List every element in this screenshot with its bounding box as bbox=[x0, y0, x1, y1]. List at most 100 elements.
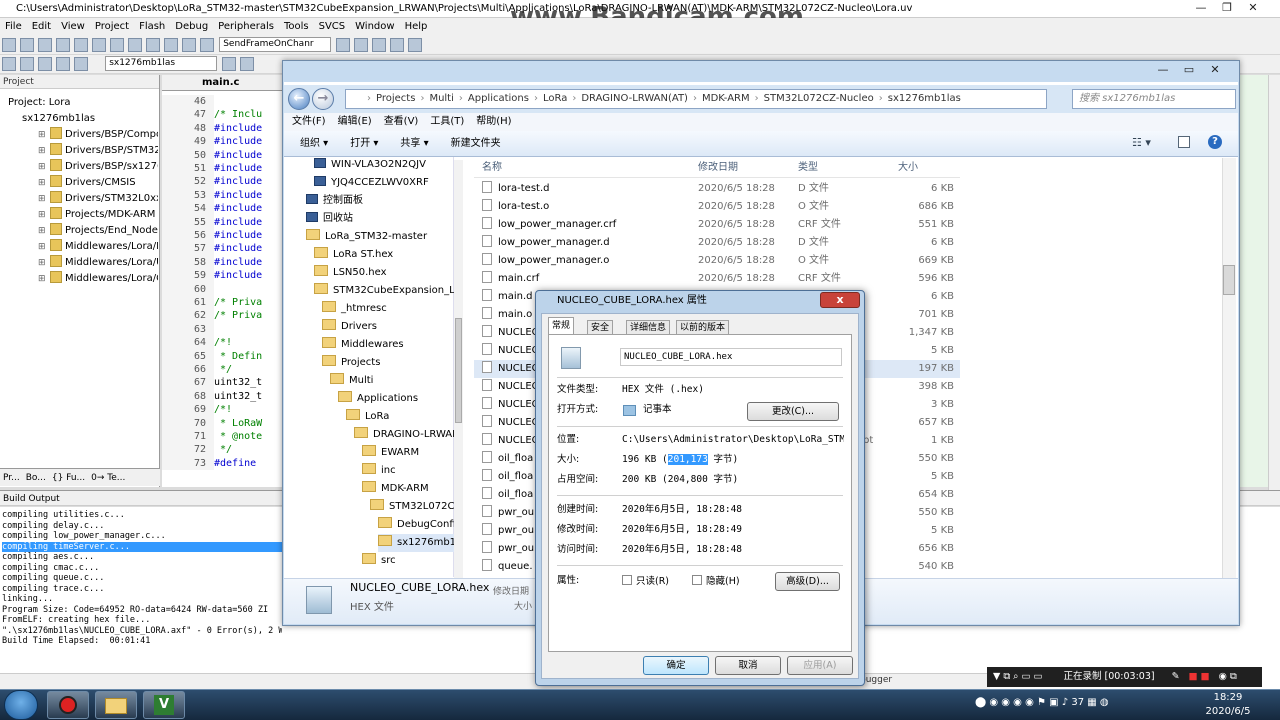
recorder-stop-icon[interactable]: ■ ■ bbox=[1189, 671, 1210, 682]
nav-item[interactable]: Multi bbox=[330, 372, 454, 390]
start-button[interactable] bbox=[4, 690, 38, 720]
file-name[interactable]: oil_floa bbox=[482, 486, 540, 504]
nav-item[interactable]: LoRa ST.hex bbox=[314, 246, 454, 264]
maximize-icon[interactable]: ▭ bbox=[1178, 63, 1200, 77]
menu-item-window[interactable]: Window bbox=[355, 21, 394, 32]
menu-item-tools[interactable]: Tools bbox=[284, 21, 309, 32]
close-icon[interactable]: ✕ bbox=[1242, 1, 1264, 15]
file-name[interactable]: main.d bbox=[482, 288, 540, 306]
editor-scrollbar[interactable] bbox=[1268, 75, 1280, 490]
file-name[interactable]: low_power_manager.crf bbox=[482, 216, 672, 234]
file-name[interactable]: NUCLEO bbox=[482, 342, 540, 360]
tree-group[interactable]: ⊞ Middlewares/Lora/U bbox=[38, 255, 158, 271]
menu-item-view[interactable]: View bbox=[61, 21, 85, 32]
file-scrollbar[interactable] bbox=[1222, 158, 1236, 578]
build-icon[interactable] bbox=[20, 57, 34, 71]
tree-group[interactable]: ⊞ Drivers/BSP/Compor bbox=[38, 127, 158, 143]
file-name[interactable]: NUCLEO bbox=[482, 396, 540, 414]
nav-item[interactable]: DebugConfig bbox=[378, 516, 454, 534]
checkbox-icon[interactable] bbox=[622, 575, 632, 585]
menu-item-file[interactable]: File bbox=[5, 21, 22, 32]
dialog-tab[interactable]: 详细信息 bbox=[626, 320, 671, 335]
explorer-menu-item[interactable]: 工具(T) bbox=[430, 116, 464, 127]
nav-scroll-thumb[interactable] bbox=[455, 318, 462, 423]
menu-item-debug[interactable]: Debug bbox=[175, 21, 208, 32]
filename-input[interactable]: NUCLEO_CUBE_LORA.hex bbox=[620, 348, 842, 366]
breadcrumb-item[interactable]: sx1276mb1las bbox=[888, 93, 961, 104]
menu-item-flash[interactable]: Flash bbox=[139, 21, 165, 32]
expand-icon[interactable]: ⊞ bbox=[38, 255, 46, 271]
hidden-checkbox[interactable]: 隐藏(H) bbox=[692, 575, 740, 589]
view-icon[interactable] bbox=[390, 38, 405, 52]
tree-root[interactable]: Project: Lora bbox=[8, 95, 71, 111]
minimize-icon[interactable]: — bbox=[1152, 63, 1174, 77]
tree-group[interactable]: ⊞ Drivers/BSP/STM32L bbox=[38, 143, 158, 159]
breadcrumb-item[interactable]: MDK-ARM bbox=[702, 93, 750, 104]
tray-app-icon[interactable]: ⬤ ◉ ◉ ◉ ◉ ⚑ ▣ ♪ bbox=[975, 697, 1068, 708]
command-button[interactable]: 打开 ▾ bbox=[350, 138, 378, 149]
file-name[interactable]: queue. bbox=[482, 558, 540, 576]
tree-group[interactable]: ⊞ Drivers/BSP/sx1276m bbox=[38, 159, 158, 175]
paste-icon[interactable] bbox=[110, 38, 124, 52]
nav-item[interactable]: 回收站 bbox=[306, 210, 454, 228]
col-name[interactable]: 名称 bbox=[482, 158, 502, 178]
help-icon[interactable]: ? bbox=[1208, 135, 1222, 149]
download-icon[interactable] bbox=[56, 57, 70, 71]
search-input[interactable]: 搜索 sx1276mb1las bbox=[1072, 89, 1236, 109]
address-bar[interactable]: › Projects › Multi › Applications › LoRa › DRAGIN… bbox=[345, 89, 1047, 109]
tray-icons[interactable]: ⬤ ◉ ◉ ◉ ◉ ⚑ ▣ ♪ 37 ▦ ◍ bbox=[975, 697, 1109, 708]
explorer-menu-item[interactable]: 帮助(H) bbox=[476, 116, 511, 127]
undo-icon[interactable] bbox=[128, 38, 142, 52]
tools-icon[interactable] bbox=[408, 38, 423, 52]
breadcrumb-item[interactable]: Projects bbox=[376, 93, 415, 104]
command-button[interactable]: 新建文件夹 bbox=[451, 138, 501, 149]
taskbar-keil-icon[interactable]: V bbox=[143, 691, 185, 719]
expand-icon[interactable]: ⊞ bbox=[38, 207, 46, 223]
nav-item[interactable]: YJQ4CCEZLWV0XRF bbox=[314, 174, 454, 192]
file-name[interactable]: NUCLEO bbox=[482, 324, 540, 342]
explorer-menu-item[interactable]: 文件(F) bbox=[292, 116, 326, 127]
expand-icon[interactable]: ⊞ bbox=[38, 191, 46, 207]
command-button[interactable]: 组织 ▾ bbox=[300, 138, 328, 149]
nav-item[interactable]: LoRa_STM32-master bbox=[306, 228, 454, 246]
file-name[interactable]: low_power_manager.o bbox=[482, 252, 672, 270]
explorer-menu-item[interactable]: 查看(V) bbox=[384, 116, 419, 127]
file-name[interactable]: oil_floa bbox=[482, 468, 540, 486]
maximize-icon[interactable]: ❐ bbox=[1216, 1, 1238, 15]
explorer-menu-item[interactable]: 编辑(E) bbox=[338, 116, 372, 127]
nav-item[interactable]: LoRa bbox=[346, 408, 454, 426]
expand-icon[interactable]: ⊞ bbox=[38, 159, 46, 175]
recorder-pencil-icon[interactable]: ✎ bbox=[1172, 671, 1180, 682]
expand-icon[interactable]: ⊞ bbox=[38, 143, 46, 159]
batch-icon[interactable] bbox=[74, 57, 88, 71]
nav-item[interactable]: Drivers bbox=[322, 318, 454, 336]
find-icon[interactable] bbox=[336, 38, 351, 52]
breadcrumb-item[interactable]: Multi bbox=[429, 93, 453, 104]
nav-item[interactable]: Middlewares bbox=[322, 336, 454, 354]
taskbar-explorer-icon[interactable] bbox=[95, 691, 137, 719]
menu-item-help[interactable]: Help bbox=[405, 21, 428, 32]
file-name[interactable]: lora-test.o bbox=[482, 198, 672, 216]
menu-item-project[interactable]: Project bbox=[95, 21, 129, 32]
indent-icon[interactable] bbox=[182, 38, 196, 52]
nav-item[interactable]: Projects bbox=[322, 354, 454, 372]
bookmark-icon[interactable] bbox=[164, 38, 178, 52]
manage-icon[interactable] bbox=[240, 57, 255, 71]
nav-item[interactable]: STM32CubeExpansion_L bbox=[314, 282, 454, 300]
save-icon[interactable] bbox=[38, 38, 52, 52]
dialog-tab[interactable]: 安全 bbox=[587, 320, 614, 335]
breakpoint-icon[interactable] bbox=[372, 38, 387, 52]
file-name[interactable]: pwr_ou bbox=[482, 522, 540, 540]
nav-item[interactable]: _htmresc bbox=[322, 300, 454, 318]
readonly-checkbox[interactable]: 只读(R) bbox=[622, 575, 669, 589]
open-icon[interactable] bbox=[20, 38, 34, 52]
redo-icon[interactable] bbox=[146, 38, 160, 52]
checkbox-icon[interactable] bbox=[692, 575, 702, 585]
copy-icon[interactable] bbox=[92, 38, 106, 52]
nav-item[interactable]: WIN-VLA3O2N2QJV bbox=[314, 156, 454, 174]
menu-item-svcs[interactable]: SVCS bbox=[319, 21, 346, 32]
nav-item[interactable]: Applications bbox=[338, 390, 454, 408]
size-bytes-selected[interactable]: 201,173 bbox=[667, 454, 708, 465]
file-name[interactable]: main.o bbox=[482, 306, 540, 324]
tree-group[interactable]: ⊞ Drivers/STM32L0xx_I bbox=[38, 191, 158, 207]
